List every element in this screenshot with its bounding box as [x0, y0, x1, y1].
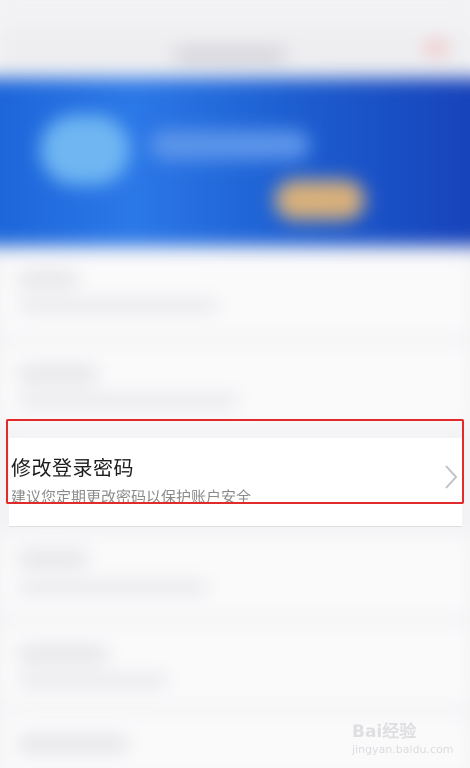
blurred-row-text [18, 300, 218, 312]
blurred-setting-row [0, 255, 470, 335]
blurred-setting-row [0, 625, 470, 705]
blurred-row-text [18, 735, 128, 753]
app-screen: 修改登录密码 建议您定期更改密码以保护账户安全 Bai经验 jingyan.ba… [0, 0, 470, 768]
blurred-row-text [18, 395, 238, 407]
blurred-row-text [18, 582, 208, 594]
watermark-url: jingyan.baidu.com [352, 743, 454, 756]
nav-action-placeholder [425, 42, 447, 54]
highlight-box [6, 419, 464, 504]
banner-graphic-left [40, 115, 130, 185]
blurred-row-text [18, 550, 88, 568]
blurred-background [0, 0, 470, 768]
blurred-row-text [18, 675, 168, 687]
banner-graphic-right [275, 180, 365, 220]
blurred-row-text [18, 645, 108, 663]
blurred-setting-row [0, 345, 470, 425]
watermark-brand: Bai经验 [352, 722, 417, 742]
watermark: Bai经验 jingyan.baidu.com [352, 713, 462, 763]
blurred-row-text [18, 270, 78, 288]
blurred-setting-row [0, 535, 470, 615]
blurred-row-text [18, 365, 98, 383]
banner-graphic-center [150, 130, 310, 160]
status-bar [0, 0, 470, 30]
nav-title-placeholder [175, 48, 285, 62]
